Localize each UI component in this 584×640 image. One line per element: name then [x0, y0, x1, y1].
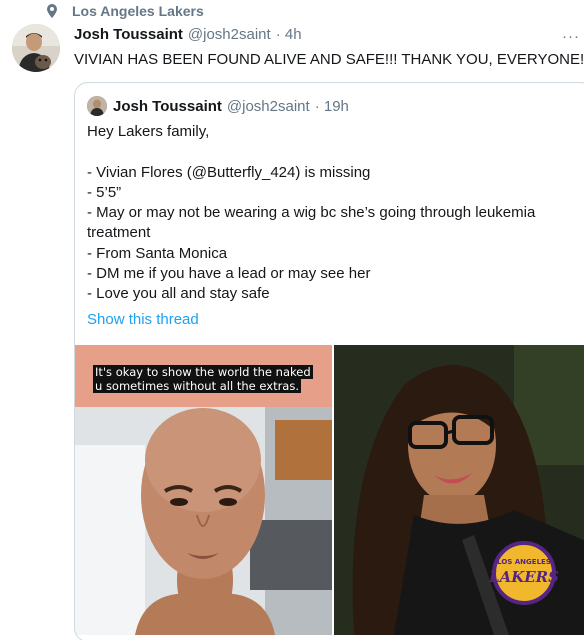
quoted-text-line: - Love you all and stay safe: [87, 285, 270, 303]
more-options-icon[interactable]: ···: [562, 28, 580, 45]
context-label[interactable]: Los Angeles Lakers: [72, 3, 204, 19]
quoted-text-line: treatment: [87, 224, 151, 242]
quoted-text-line: - 5’5”: [87, 183, 122, 201]
quoted-tweet-header: Josh Toussaint @josh2saint · 19h: [87, 96, 349, 116]
portrait-photo-right: LOS ANGELES LAKERS: [334, 345, 584, 635]
quoted-text-line: - May or may not be wearing a wig bc she…: [87, 204, 536, 222]
quoted-text-line: - Vivian Flores (@Butterfly_424) is miss…: [87, 163, 371, 181]
image-caption-line-1: It's okay to show the world the naked: [93, 365, 313, 379]
quoted-tweet-text: Hey Lakers family, - Vivian Flores (@But…: [87, 122, 584, 305]
quoted-text-line: Hey Lakers family,: [87, 123, 210, 140]
media-grid: It's okay to show the world the naked u …: [75, 345, 584, 640]
tweet-header: Josh Toussaint @josh2saint · 4h: [74, 26, 302, 43]
jacket-logo-main: LAKERS: [488, 568, 559, 586]
quoted-author-name: Josh Toussaint: [113, 97, 222, 115]
social-context[interactable]: Los Angeles Lakers: [44, 2, 204, 20]
image-caption: It's okay to show the world the naked u …: [93, 365, 317, 393]
media-image-left[interactable]: It's okay to show the world the naked u …: [75, 345, 332, 635]
media-image-right[interactable]: LOS ANGELES LAKERS: [334, 345, 584, 635]
tweet-text: VIVIAN HAS BEEN FOUND ALIVE AND SAFE!!! …: [74, 51, 584, 68]
author-name[interactable]: Josh Toussaint: [74, 26, 183, 43]
quoted-text-line: - From Santa Monica: [87, 244, 228, 262]
quoted-text-line: - DM me if you have a lead or may see he…: [87, 265, 371, 283]
tweet-timestamp[interactable]: · 4h: [276, 26, 302, 43]
avatar[interactable]: [12, 24, 60, 72]
show-thread-link[interactable]: Show this thread: [87, 311, 199, 328]
quoted-avatar: [87, 96, 107, 116]
location-pin-icon: [47, 4, 57, 18]
jacket-logo-top: LOS ANGELES: [497, 558, 551, 566]
quoted-text-line: [87, 142, 584, 162]
quoted-tweet[interactable]: Josh Toussaint @josh2saint · 19h Hey Lak…: [74, 82, 584, 640]
quoted-timestamp: · 19h: [314, 97, 349, 115]
image-caption-line-2: u sometimes without all the extras.: [93, 379, 301, 393]
author-handle[interactable]: @josh2saint: [188, 26, 271, 43]
avatar-image: [12, 24, 60, 72]
quoted-author-handle: @josh2saint: [226, 97, 310, 115]
